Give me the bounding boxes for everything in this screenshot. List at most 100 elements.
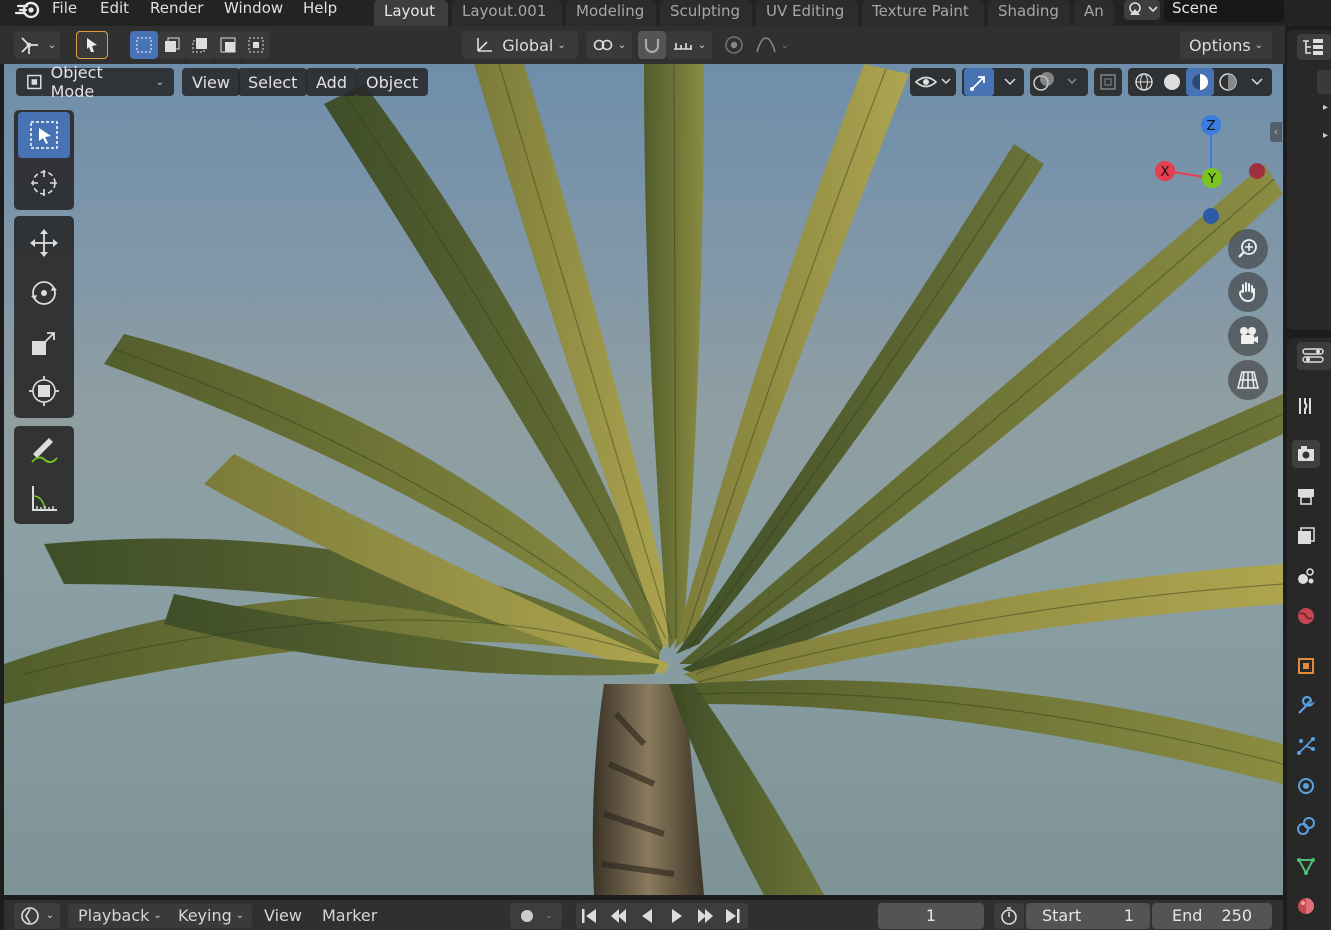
tool-select-box[interactable] xyxy=(18,112,70,158)
outliner-row[interactable] xyxy=(1317,70,1331,94)
menu-render[interactable]: Render xyxy=(150,0,203,22)
prop-tab-tool[interactable] xyxy=(1292,392,1320,420)
gizmo-toggle-group[interactable] xyxy=(962,68,1024,96)
options-dropdown[interactable]: Options ⌄ xyxy=(1180,31,1272,59)
visibility-dropdown[interactable] xyxy=(910,68,956,96)
prop-tab-scene[interactable] xyxy=(1292,562,1320,590)
3d-viewport[interactable]: Object Mode ⌄ View Select Add Object Z X… xyxy=(4,64,1283,895)
preview-range-toggle[interactable] xyxy=(994,903,1024,929)
tool-measure[interactable] xyxy=(18,476,70,522)
prop-tab-render[interactable] xyxy=(1292,440,1320,468)
gizmo-toggle[interactable] xyxy=(964,68,994,96)
select-mode-button[interactable] xyxy=(76,31,108,59)
outliner-panel[interactable]: ▸ ▸ xyxy=(1287,30,1331,330)
prop-tab-material[interactable] xyxy=(1292,892,1320,920)
playback-label: Playback xyxy=(78,906,150,925)
start-frame-field[interactable]: Start 1 xyxy=(1026,903,1150,929)
select-extend-button[interactable] xyxy=(158,31,186,59)
pivot-point-dropdown[interactable]: ⌄ xyxy=(586,31,632,59)
sidebar-toggle-arrow[interactable]: ‹ xyxy=(1270,122,1282,142)
viewport-menu-view[interactable]: View xyxy=(182,68,240,96)
tab-texture-paint[interactable]: Texture Paint xyxy=(862,0,984,26)
properties-panel[interactable] xyxy=(1287,338,1331,930)
editor-type-button[interactable]: ⌄ xyxy=(14,31,60,59)
tab-modeling[interactable]: Modeling xyxy=(566,0,656,26)
scene-selector[interactable]: Scene xyxy=(1120,0,1285,24)
zoom-button[interactable] xyxy=(1228,229,1268,269)
outliner-editor-button[interactable] xyxy=(1297,34,1331,60)
tool-transform[interactable] xyxy=(18,368,70,414)
timeline-editor-button[interactable]: ⌄ xyxy=(14,903,60,929)
scene-icon[interactable] xyxy=(1124,0,1160,20)
end-frame-field[interactable]: End 250 xyxy=(1152,903,1272,929)
overlays-group[interactable] xyxy=(1030,68,1088,96)
rendered-shading-button[interactable] xyxy=(1214,68,1242,96)
prop-tab-modifiers[interactable] xyxy=(1292,692,1320,720)
select-invert-button[interactable] xyxy=(214,31,242,59)
prop-tab-object[interactable] xyxy=(1292,652,1320,680)
blender-logo-icon[interactable] xyxy=(14,0,44,22)
tab-uv-editing[interactable]: UV Editing xyxy=(756,0,858,26)
menu-edit[interactable]: Edit xyxy=(100,0,129,22)
perspective-toggle-button[interactable] xyxy=(1228,360,1268,400)
tool-move[interactable] xyxy=(18,220,70,266)
transform-orientation-dropdown[interactable]: Global ⌄ xyxy=(462,31,578,59)
navigation-gizmo[interactable]: Z X Y xyxy=(1154,112,1270,228)
select-extend-icon xyxy=(165,37,180,52)
chevron-down-icon xyxy=(1004,78,1016,86)
object-mode-label: Object Mode xyxy=(50,64,103,101)
tool-rotate[interactable] xyxy=(18,270,70,316)
expand-arrow-icon[interactable]: ▸ xyxy=(1323,102,1328,113)
tab-layout[interactable]: Layout xyxy=(374,0,448,26)
gizmo-icon xyxy=(970,76,985,91)
wireframe-shading-button[interactable] xyxy=(1130,68,1158,96)
shading-mode-group[interactable] xyxy=(1128,68,1272,96)
select-intersect-icon xyxy=(248,37,264,53)
gizmo-z-label: Z xyxy=(1207,119,1216,134)
select-subtract-button[interactable] xyxy=(186,31,214,59)
tab-shading[interactable]: Shading xyxy=(988,0,1070,26)
tool-scale[interactable] xyxy=(18,320,70,366)
proportional-falloff-dropdown[interactable]: ⌄ xyxy=(750,31,794,59)
prop-tab-output[interactable] xyxy=(1292,482,1320,510)
tab-animation[interactable]: An xyxy=(1074,0,1114,26)
pan-button[interactable] xyxy=(1228,272,1268,312)
tool-annotate[interactable] xyxy=(18,428,70,474)
viewport-menu-add[interactable]: Add xyxy=(306,68,357,96)
viewport-menu-select[interactable]: Select xyxy=(238,68,308,96)
playback-menu[interactable]: Playback ⌄ xyxy=(68,904,172,928)
prop-tab-world[interactable] xyxy=(1292,602,1320,630)
start-label: Start xyxy=(1042,906,1082,925)
timeline-icon xyxy=(20,907,39,925)
prop-tab-physics[interactable] xyxy=(1292,772,1320,800)
snap-toggle[interactable] xyxy=(638,31,666,59)
prop-tab-data[interactable] xyxy=(1292,852,1320,880)
material-preview-button[interactable] xyxy=(1186,68,1214,96)
menu-window[interactable]: Window xyxy=(224,0,283,22)
marker-menu[interactable]: Marker xyxy=(322,904,377,928)
solid-shading-button[interactable] xyxy=(1158,68,1186,96)
expand-arrow-icon[interactable]: ▸ xyxy=(1323,130,1328,141)
select-new-button[interactable] xyxy=(130,31,158,59)
menu-file[interactable]: File xyxy=(52,0,77,22)
timeline-view-menu[interactable]: View xyxy=(264,904,302,928)
camera-view-button[interactable] xyxy=(1228,316,1268,356)
tab-layout-001[interactable]: Layout.001 xyxy=(452,0,562,26)
prop-tab-particles[interactable] xyxy=(1292,732,1320,760)
keying-menu[interactable]: Keying ⌄ xyxy=(170,904,253,928)
menu-help[interactable]: Help xyxy=(303,0,337,22)
current-frame-field[interactable]: 1 xyxy=(878,903,984,929)
tab-sculpting[interactable]: Sculpting xyxy=(660,0,752,26)
tool-cursor[interactable] xyxy=(18,160,70,206)
proportional-edit-toggle[interactable] xyxy=(720,31,748,59)
prop-tab-view-layer[interactable] xyxy=(1292,522,1320,550)
object-mode-dropdown[interactable]: Object Mode ⌄ xyxy=(16,64,174,101)
select-intersect-button[interactable] xyxy=(242,31,270,59)
xray-toggle[interactable] xyxy=(1094,68,1122,96)
scene-name-field[interactable]: Scene xyxy=(1164,0,1284,22)
auto-keying-toggle[interactable]: ⌄ xyxy=(510,903,562,929)
properties-editor-button[interactable] xyxy=(1297,342,1331,370)
viewport-menu-object[interactable]: Object xyxy=(356,68,429,96)
prop-tab-constraints[interactable] xyxy=(1292,812,1320,840)
snap-target-dropdown[interactable]: ⌄ xyxy=(666,31,712,59)
